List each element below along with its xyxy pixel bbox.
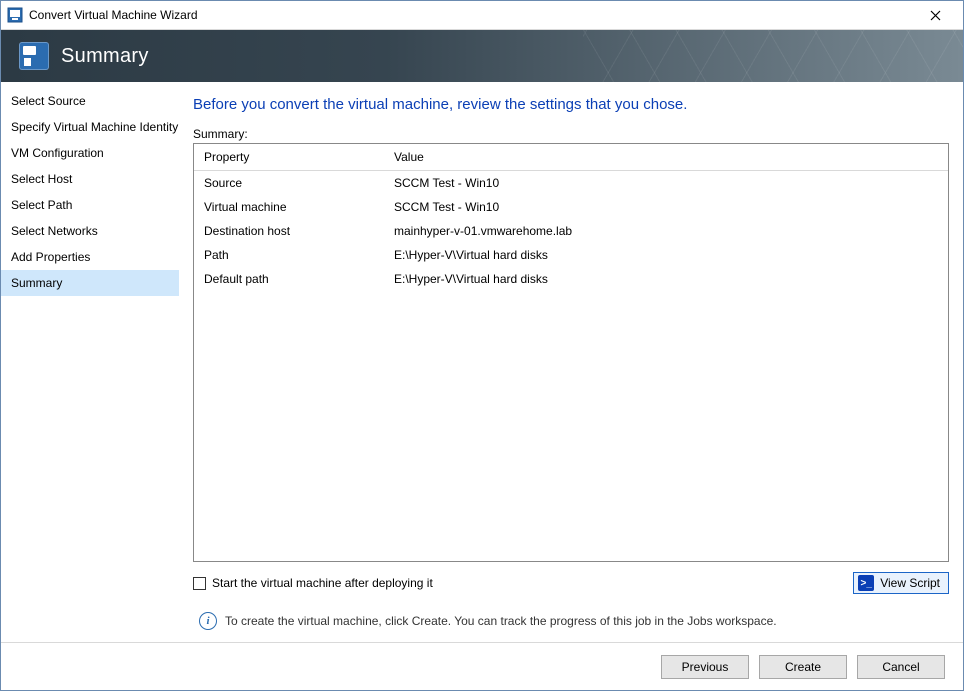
table-row: Virtual machineSCCM Test - Win10 xyxy=(194,195,948,219)
property-cell: Source xyxy=(194,171,384,196)
sidebar-step[interactable]: Select Source xyxy=(1,88,179,114)
close-button[interactable] xyxy=(915,4,955,26)
summary-table-container: Property Value SourceSCCM Test - Win10Vi… xyxy=(193,143,949,562)
sidebar-step[interactable]: Select Networks xyxy=(1,218,179,244)
summary-table: Property Value SourceSCCM Test - Win10Vi… xyxy=(194,144,948,291)
info-icon: i xyxy=(199,612,217,630)
window-title: Convert Virtual Machine Wizard xyxy=(29,8,198,22)
sidebar-step[interactable]: Add Properties xyxy=(1,244,179,270)
start-vm-checkbox-label: Start the virtual machine after deployin… xyxy=(212,576,433,590)
banner-title: Summary xyxy=(61,45,149,68)
property-cell: Default path xyxy=(194,267,384,291)
view-script-button[interactable]: >_ View Script xyxy=(853,572,949,594)
table-row: PathE:\Hyper-V\Virtual hard disks xyxy=(194,243,948,267)
start-vm-checkbox[interactable]: Start the virtual machine after deployin… xyxy=(193,576,433,590)
value-cell: SCCM Test - Win10 xyxy=(384,171,948,196)
value-cell: mainhyper-v-01.vmwarehome.lab xyxy=(384,219,948,243)
sidebar-step[interactable]: VM Configuration xyxy=(1,140,179,166)
app-icon xyxy=(7,7,23,23)
wizard-icon xyxy=(19,42,49,70)
sidebar-step[interactable]: Summary xyxy=(1,270,179,296)
close-icon xyxy=(930,10,941,21)
instruction-text: Before you convert the virtual machine, … xyxy=(193,96,949,113)
view-script-label: View Script xyxy=(880,576,940,590)
banner: Summary xyxy=(1,30,963,82)
col-header-property[interactable]: Property xyxy=(194,144,384,171)
checkbox-box xyxy=(193,577,206,590)
table-row: Destination hostmainhyper-v-01.vmwarehom… xyxy=(194,219,948,243)
info-row: i To create the virtual machine, click C… xyxy=(193,602,949,638)
value-cell: E:\Hyper-V\Virtual hard disks xyxy=(384,243,948,267)
property-cell: Path xyxy=(194,243,384,267)
main-panel: Before you convert the virtual machine, … xyxy=(179,82,963,642)
property-cell: Destination host xyxy=(194,219,384,243)
powershell-icon: >_ xyxy=(858,575,874,591)
wizard-steps-sidebar: Select SourceSpecify Virtual Machine Ide… xyxy=(1,82,179,642)
sidebar-step[interactable]: Select Host xyxy=(1,166,179,192)
titlebar: Convert Virtual Machine Wizard xyxy=(1,1,963,30)
create-button[interactable]: Create xyxy=(759,655,847,679)
summary-label: Summary: xyxy=(193,127,949,141)
table-row: SourceSCCM Test - Win10 xyxy=(194,171,948,196)
col-header-value[interactable]: Value xyxy=(384,144,948,171)
info-text: To create the virtual machine, click Cre… xyxy=(225,614,777,628)
previous-button[interactable]: Previous xyxy=(661,655,749,679)
sidebar-step[interactable]: Specify Virtual Machine Identity xyxy=(1,114,179,140)
property-cell: Virtual machine xyxy=(194,195,384,219)
footer: Previous Create Cancel xyxy=(1,642,963,690)
cancel-button[interactable]: Cancel xyxy=(857,655,945,679)
sidebar-step[interactable]: Select Path xyxy=(1,192,179,218)
value-cell: E:\Hyper-V\Virtual hard disks xyxy=(384,267,948,291)
table-row: Default pathE:\Hyper-V\Virtual hard disk… xyxy=(194,267,948,291)
value-cell: SCCM Test - Win10 xyxy=(384,195,948,219)
wizard-window: Convert Virtual Machine Wizard Summary S… xyxy=(0,0,964,691)
